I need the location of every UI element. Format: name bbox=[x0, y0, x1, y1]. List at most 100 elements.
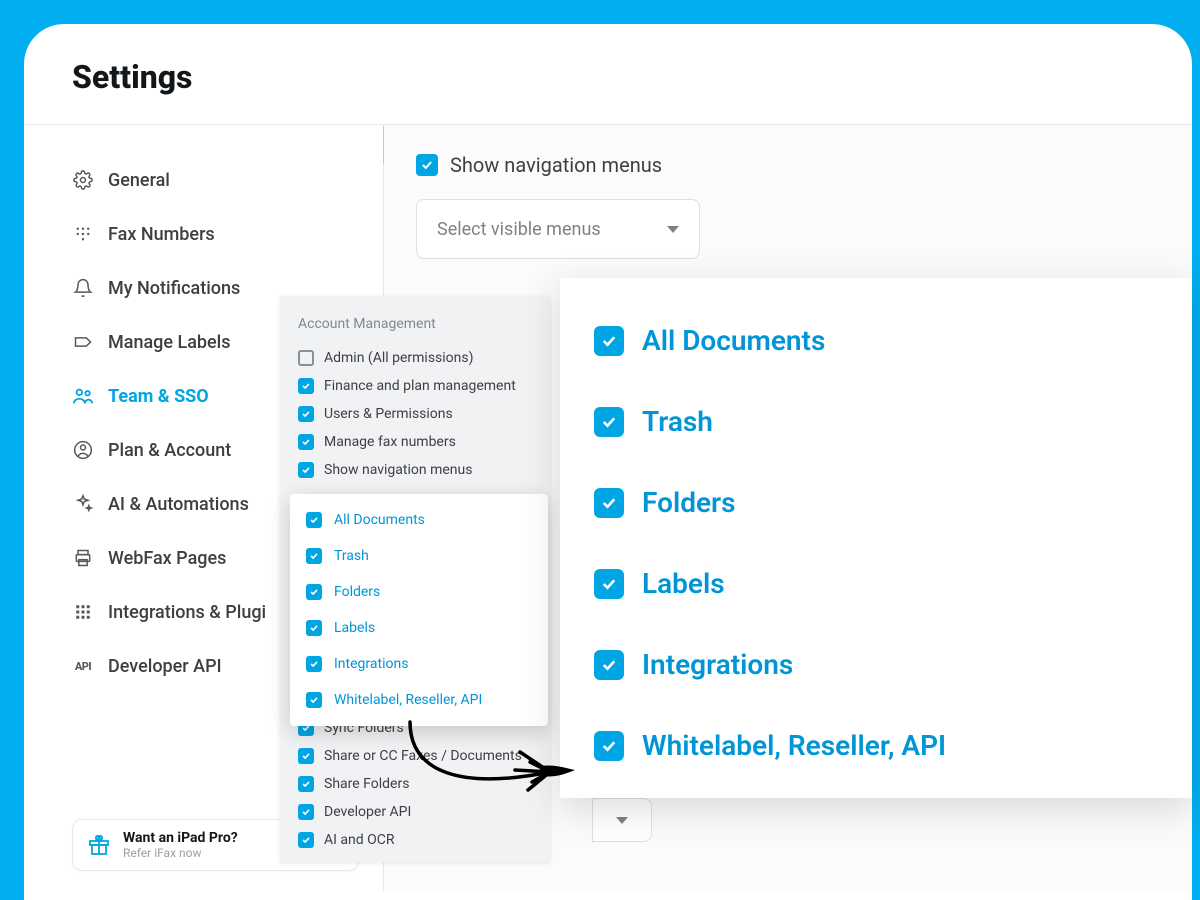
zoom-item-label: Labels bbox=[642, 567, 725, 600]
checkbox-checked[interactable] bbox=[594, 569, 624, 599]
sidebar-item-label: Developer API bbox=[108, 656, 222, 677]
person-circle-icon bbox=[72, 439, 94, 461]
perm-item-dev-api[interactable]: Developer API bbox=[290, 798, 540, 826]
nav-item-all-documents[interactable]: All Documents bbox=[294, 502, 544, 538]
nav-item-label: Trash bbox=[334, 548, 369, 564]
chevron-down-icon bbox=[616, 817, 628, 824]
perm-item-show-nav[interactable]: Show navigation menus bbox=[290, 456, 540, 484]
checkbox-show-nav[interactable] bbox=[416, 154, 438, 176]
show-nav-label: Show navigation menus bbox=[450, 153, 662, 177]
sidebar-item-label: Integrations & Plugi bbox=[108, 602, 266, 623]
show-nav-option: Show navigation menus bbox=[416, 153, 1160, 177]
checkbox-checked[interactable] bbox=[306, 548, 322, 564]
sidebar-item-fax-numbers[interactable]: Fax Numbers bbox=[72, 207, 359, 261]
sidebar-item-general[interactable]: General bbox=[72, 153, 359, 207]
perm-item-label: Share or CC Faxes / Documents bbox=[324, 748, 522, 764]
zoom-item-trash[interactable]: Trash bbox=[594, 381, 1158, 462]
zoom-item-label: Integrations bbox=[642, 648, 793, 681]
zoom-item-label: Whitelabel, Reseller, API bbox=[642, 729, 946, 762]
zoom-item-folders[interactable]: Folders bbox=[594, 462, 1158, 543]
checkbox-checked[interactable] bbox=[298, 378, 314, 394]
zoom-item-label: Trash bbox=[642, 405, 713, 438]
checkbox-checked[interactable] bbox=[594, 731, 624, 761]
checkbox-checked[interactable] bbox=[306, 620, 322, 636]
zoom-item-integrations[interactable]: Integrations bbox=[594, 624, 1158, 705]
select-visible-menus[interactable]: Select visible menus bbox=[416, 199, 700, 259]
nav-item-integrations[interactable]: Integrations bbox=[294, 646, 544, 682]
print-icon bbox=[72, 547, 94, 569]
sidebar-item-label: General bbox=[108, 170, 170, 191]
sidebar-item-label: Team & SSO bbox=[108, 386, 209, 407]
sparkles-icon bbox=[72, 493, 94, 515]
perm-item-ai-ocr[interactable]: AI and OCR bbox=[290, 826, 540, 854]
perm-section-title: Account Management bbox=[298, 316, 540, 332]
select-placeholder: Select visible menus bbox=[437, 219, 601, 240]
perm-item-label: Manage fax numbers bbox=[324, 434, 456, 450]
zoom-item-label: All Documents bbox=[642, 324, 825, 357]
users-icon bbox=[72, 385, 94, 407]
nav-item-folders[interactable]: Folders bbox=[294, 574, 544, 610]
refer-subtitle: Refer iFax now bbox=[123, 846, 238, 860]
chevron-down-icon bbox=[667, 226, 679, 233]
checkbox-unchecked[interactable] bbox=[298, 350, 314, 366]
checkbox-checked[interactable] bbox=[306, 512, 322, 528]
refer-title: Want an iPad Pro? bbox=[123, 830, 238, 846]
checkbox-checked[interactable] bbox=[594, 407, 624, 437]
sidebar-item-label: My Notifications bbox=[108, 278, 240, 299]
perm-item-share-cc[interactable]: Share or CC Faxes / Documents bbox=[290, 742, 540, 770]
perm-item-finance[interactable]: Finance and plan management bbox=[290, 372, 540, 400]
api-icon: API bbox=[72, 655, 94, 677]
perm-item-label: Users & Permissions bbox=[324, 406, 453, 422]
dialpad-icon bbox=[72, 223, 94, 245]
zoom-item-label: Folders bbox=[642, 486, 736, 519]
perm-item-label: Developer API bbox=[324, 804, 411, 820]
checkbox-checked[interactable] bbox=[298, 406, 314, 422]
sidebar-item-label: Manage Labels bbox=[108, 332, 231, 353]
checkbox-checked[interactable] bbox=[594, 650, 624, 680]
perm-item-admin[interactable]: Admin (All permissions) bbox=[290, 344, 540, 372]
select-below-chevron[interactable] bbox=[592, 798, 652, 842]
tag-icon bbox=[72, 331, 94, 353]
grid-icon bbox=[72, 601, 94, 623]
page-header: Settings bbox=[24, 24, 1192, 125]
nav-item-label: Labels bbox=[334, 620, 375, 636]
perm-item-share-folders[interactable]: Share Folders bbox=[290, 770, 540, 798]
perm-item-users[interactable]: Users & Permissions bbox=[290, 400, 540, 428]
checkbox-checked[interactable] bbox=[306, 656, 322, 672]
nav-item-label: All Documents bbox=[334, 512, 425, 528]
checkbox-checked[interactable] bbox=[298, 462, 314, 478]
checkbox-checked[interactable] bbox=[298, 748, 314, 764]
nav-item-label: Integrations bbox=[334, 656, 408, 672]
checkbox-checked[interactable] bbox=[306, 692, 322, 708]
perm-item-manage-fax[interactable]: Manage fax numbers bbox=[290, 428, 540, 456]
nav-item-label: Folders bbox=[334, 584, 380, 600]
perm-item-label: Share Folders bbox=[324, 776, 409, 792]
nav-item-whitelabel[interactable]: Whitelabel, Reseller, API bbox=[294, 682, 544, 718]
gift-icon bbox=[87, 833, 111, 857]
nav-item-label: Whitelabel, Reseller, API bbox=[334, 692, 482, 708]
page-title: Settings bbox=[72, 58, 1144, 96]
zoom-item-whitelabel[interactable]: Whitelabel, Reseller, API bbox=[594, 705, 1158, 786]
nav-item-trash[interactable]: Trash bbox=[294, 538, 544, 574]
checkbox-checked[interactable] bbox=[298, 434, 314, 450]
checkbox-checked[interactable] bbox=[306, 584, 322, 600]
sidebar-item-label: Plan & Account bbox=[108, 440, 231, 461]
sidebar-item-label: WebFax Pages bbox=[108, 548, 226, 569]
gear-icon bbox=[72, 169, 94, 191]
nav-item-labels[interactable]: Labels bbox=[294, 610, 544, 646]
perm-item-label: Finance and plan management bbox=[324, 378, 516, 394]
zoom-panel: All Documents Trash Folders Labels Integ… bbox=[560, 278, 1192, 798]
perm-item-label: Admin (All permissions) bbox=[324, 350, 474, 366]
checkbox-checked[interactable] bbox=[298, 776, 314, 792]
zoom-item-labels[interactable]: Labels bbox=[594, 543, 1158, 624]
zoom-item-all-documents[interactable]: All Documents bbox=[594, 300, 1158, 381]
sidebar-item-label: AI & Automations bbox=[108, 494, 249, 515]
checkbox-checked[interactable] bbox=[298, 804, 314, 820]
perm-item-label: Show navigation menus bbox=[324, 462, 472, 478]
perm-item-label: AI and OCR bbox=[324, 832, 395, 848]
nav-menu-popup: All Documents Trash Folders Labels Integ… bbox=[290, 494, 548, 726]
checkbox-checked[interactable] bbox=[594, 488, 624, 518]
bell-icon bbox=[72, 277, 94, 299]
checkbox-checked[interactable] bbox=[298, 832, 314, 848]
checkbox-checked[interactable] bbox=[594, 326, 624, 356]
